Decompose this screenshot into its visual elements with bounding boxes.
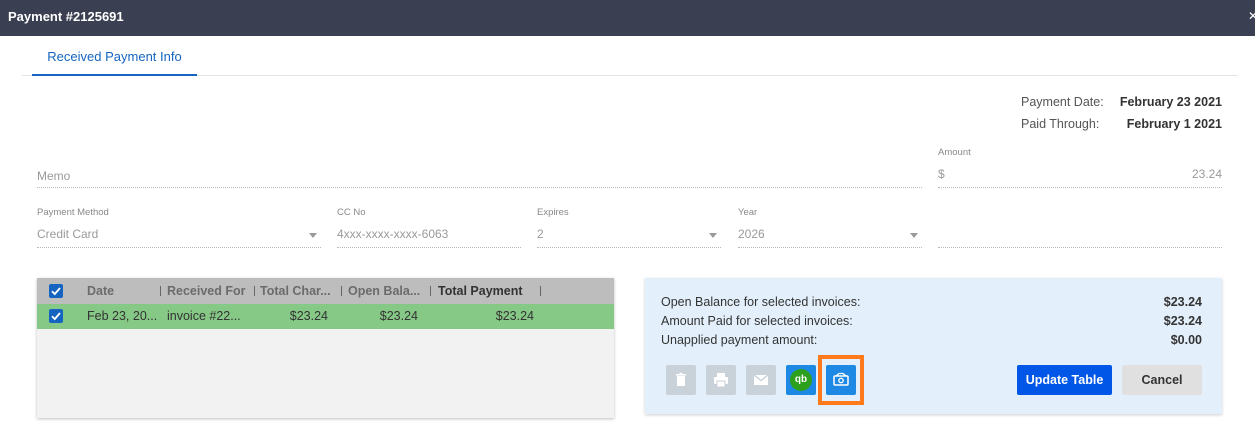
- column-header-received-for[interactable]: Received For: [167, 278, 252, 304]
- paid-through-label: Paid Through:: [1021, 117, 1100, 131]
- payment-date-label: Payment Date:: [1021, 95, 1104, 109]
- column-separator: [341, 286, 342, 296]
- amount-label: Amount: [938, 147, 971, 158]
- email-icon: [753, 374, 769, 385]
- memo-placeholder: Memo: [37, 169, 71, 183]
- print-icon: [714, 373, 728, 388]
- payment-method-value: Credit Card: [37, 227, 99, 241]
- blank-field[interactable]: [938, 204, 1222, 248]
- amount-paid-value: $23.24: [1163, 314, 1202, 328]
- cell-total-payment: $23.24: [495, 309, 534, 323]
- invoice-grid: Date Received For Total Char... Open Bal…: [37, 278, 614, 418]
- column-separator: [254, 286, 255, 296]
- column-header-total-payment[interactable]: Total Payment: [438, 278, 533, 304]
- cell-total-charge: $23.24: [289, 309, 328, 323]
- payment-method-select[interactable]: Payment Method Credit Card: [37, 204, 321, 248]
- open-balance-value: $23.24: [1163, 295, 1202, 309]
- window-title: Payment #2125691: [8, 9, 124, 24]
- amount-paid-label: Amount Paid for selected invoices:: [661, 314, 853, 328]
- cell-received-for: invoice #22...: [167, 309, 241, 323]
- column-header-date[interactable]: Date: [87, 278, 157, 304]
- select-all-checkbox[interactable]: [49, 284, 63, 298]
- quickbooks-sync-button[interactable]: qb: [786, 365, 816, 395]
- cancel-button[interactable]: Cancel: [1122, 365, 1202, 395]
- amount-currency: $: [938, 167, 945, 181]
- table-row[interactable]: Feb 23, 20... invoice #22... $23.24 $23.…: [37, 304, 614, 329]
- column-header-total-charge[interactable]: Total Char...: [260, 278, 340, 304]
- year-value: 2026: [738, 227, 765, 241]
- update-table-button[interactable]: Update Table: [1017, 365, 1112, 395]
- amount-value: 23.24: [1191, 167, 1222, 181]
- cell-open-balance: $23.24: [379, 309, 418, 323]
- cc-number-value: 4xxx-xxxx-xxxx-6063: [337, 227, 449, 241]
- amount-field[interactable]: Amount $ 23.24: [938, 144, 1222, 188]
- chevron-down-icon: [709, 233, 717, 238]
- trash-icon: [676, 372, 686, 386]
- tab-received-payment-info[interactable]: Received Payment Info: [32, 38, 197, 76]
- paid-through-value: February 1 2021: [1126, 117, 1222, 131]
- expires-value: 2: [537, 227, 544, 241]
- payment-summary-panel: Open Balance for selected invoices: $23.…: [645, 278, 1222, 414]
- quickbooks-icon: qb: [790, 369, 812, 391]
- grid-header: Date Received For Total Char... Open Bal…: [37, 278, 614, 304]
- cc-number-label: CC No: [337, 207, 366, 218]
- highlight-box: [818, 355, 864, 405]
- column-separator: [540, 286, 541, 296]
- payment-date-value: February 23 2021: [1119, 95, 1222, 109]
- title-bar: Payment #2125691 ✕: [0, 0, 1255, 36]
- unapplied-amount-value: $0.00: [1170, 333, 1202, 347]
- tab-bar: Received Payment Info: [22, 38, 1238, 76]
- chevron-down-icon: [309, 233, 317, 238]
- close-icon[interactable]: ✕: [1248, 9, 1255, 23]
- email-button[interactable]: [746, 365, 776, 395]
- delete-button[interactable]: [666, 365, 696, 395]
- print-button[interactable]: [706, 365, 736, 395]
- expires-select[interactable]: Expires 2: [537, 204, 721, 248]
- expires-label: Expires: [537, 207, 569, 218]
- cell-date: Feb 23, 20...: [87, 309, 158, 323]
- column-separator: [160, 286, 161, 296]
- year-label: Year: [738, 207, 758, 218]
- year-select[interactable]: Year 2026: [738, 204, 922, 248]
- unapplied-amount-label: Unapplied payment amount:: [661, 333, 818, 347]
- open-balance-label: Open Balance for selected invoices:: [661, 295, 861, 309]
- column-separator: [430, 286, 431, 296]
- row-checkbox[interactable]: [49, 309, 63, 323]
- memo-field[interactable]: Memo: [37, 160, 922, 188]
- payment-method-label: Payment Method: [37, 207, 109, 218]
- cc-number-field[interactable]: CC No 4xxx-xxxx-xxxx-6063: [337, 204, 521, 248]
- chevron-down-icon: [910, 233, 918, 238]
- column-header-open-balance[interactable]: Open Bala...: [348, 278, 428, 304]
